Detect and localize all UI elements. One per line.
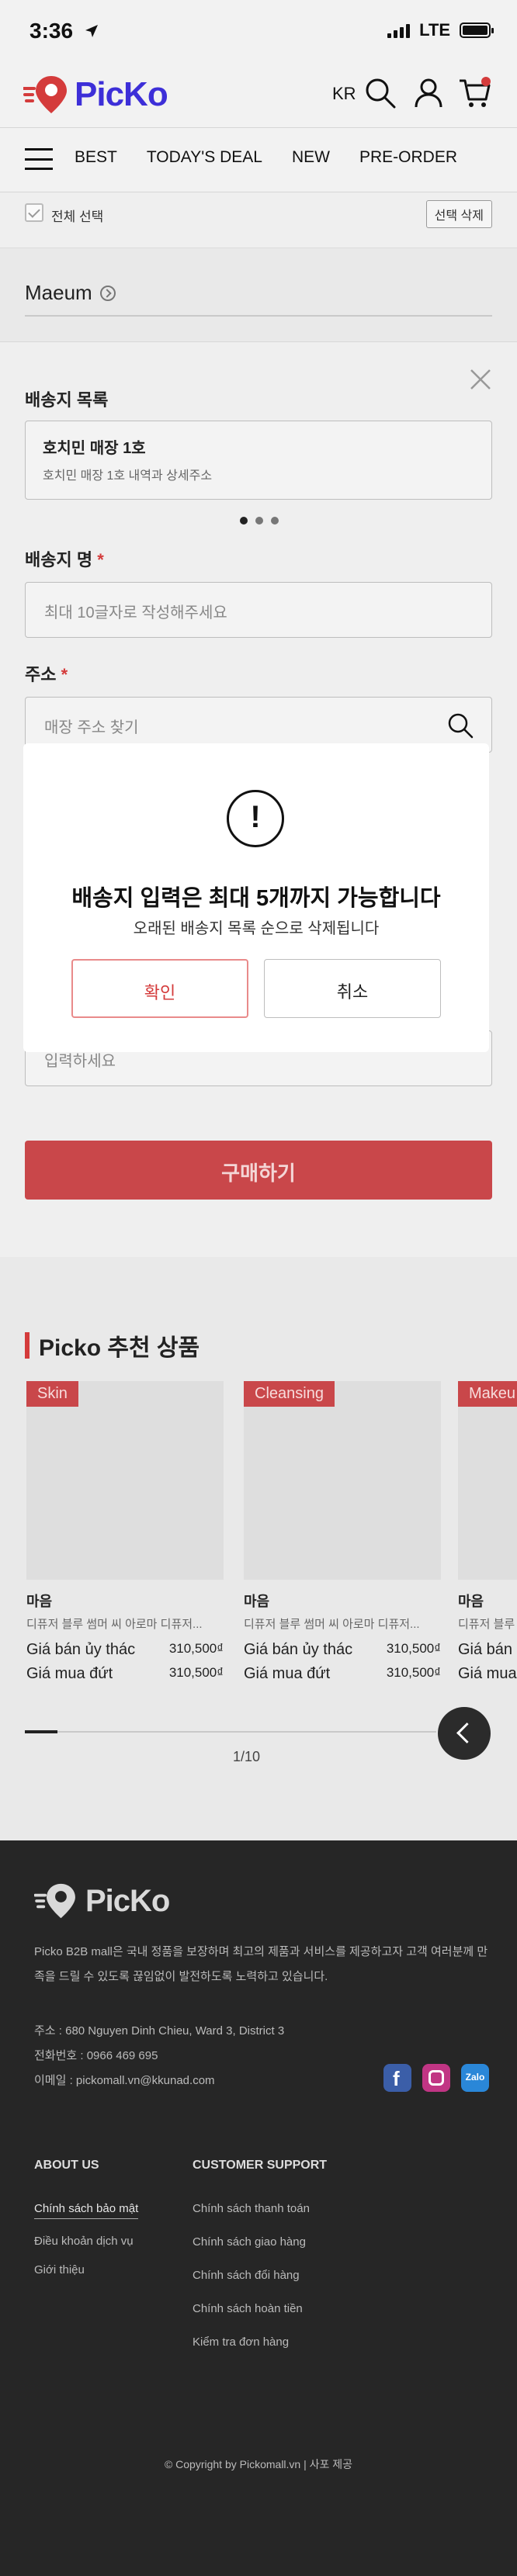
footer-logo: PicKo — [34, 1882, 170, 1920]
exclamation-icon: ! — [227, 790, 284, 847]
app-header: PicKo KR — [0, 65, 517, 127]
product-brand: 마음 — [26, 1594, 53, 1609]
product-card[interactable]: Makeu 마음 디퓨저 블루 썸머 씨 아로마 디퓨저... Giá bán … — [458, 1381, 517, 1683]
delete-selected-button[interactable]: 선택 삭제 — [425, 200, 492, 228]
footer-link[interactable]: Chính sách thanh toán — [193, 2202, 310, 2215]
search-icon[interactable] — [363, 76, 397, 110]
logo-pin-icon — [23, 76, 67, 113]
product-image: Skin — [26, 1381, 224, 1580]
footer-link[interactable]: Chính sách đổi hàng — [193, 2269, 310, 2282]
logo[interactable]: PicKo — [23, 74, 168, 115]
footer-address: 주소 : 680 Nguyen Dinh Chieu, Ward 3, Dist… — [34, 2024, 285, 2038]
address-card[interactable]: 호치민 매장 1호 호치민 매장 1호 내역과 상세주소 — [25, 421, 492, 500]
select-all-label: 전체 선택 — [51, 209, 104, 224]
footer-link[interactable]: Giới thiệu — [34, 2263, 138, 2277]
search-icon[interactable] — [446, 712, 474, 739]
status-time: 3:36 — [29, 19, 74, 43]
price-row: Giá bán ủy thác 310,500₫ — [26, 1641, 224, 1658]
signal-icon — [387, 23, 411, 38]
status-right: LTE — [387, 20, 494, 40]
product-card[interactable]: Skin 마음 디퓨저 블루 썸머 씨 아로마 디퓨저... Giá bán ủ… — [26, 1381, 224, 1683]
battery-icon — [460, 23, 494, 38]
footer-link[interactable]: Chính sách giao hàng — [193, 2235, 310, 2249]
logo-pin-icon — [34, 1883, 75, 1919]
price-row: Giá bán ủy thác 310,500₫ — [244, 1641, 441, 1658]
language-selector[interactable]: KR — [332, 84, 356, 104]
customer-support-title: CUSTOMER SUPPORT — [193, 2159, 328, 2172]
product-image: Cleansing — [244, 1381, 441, 1580]
product-desc: 디퓨저 블루 썸머 씨 아로마 디퓨저... — [458, 1618, 517, 1631]
chevron-right-circle-icon — [99, 285, 116, 301]
store-selector[interactable]: Maeum — [25, 281, 116, 305]
nav-tab-best[interactable]: BEST — [75, 148, 117, 167]
select-all-checkbox[interactable] — [25, 203, 43, 222]
footer-logo-text: PicKo — [85, 1883, 170, 1918]
buy-price-row: Giá mua — [458, 1665, 517, 1682]
footer-email: 이메일 : pickomall.vn@kkunad.com — [34, 2074, 215, 2087]
footer-description: Picko B2B mall은 국내 정품을 보장하며 최고의 제품과 서비스를… — [34, 1945, 488, 1983]
cart-icon[interactable] — [458, 76, 492, 110]
instagram-icon[interactable] — [422, 2064, 450, 2092]
about-us-links: Chính sách bảo mật Điều khoản dịch vụ Gi… — [34, 2202, 139, 2277]
close-icon[interactable] — [469, 368, 492, 391]
hamburger-menu-icon[interactable] — [25, 148, 53, 170]
zalo-icon[interactable]: Zalo — [461, 2064, 489, 2092]
facebook-icon[interactable]: f — [383, 2064, 411, 2092]
nav-tab-new[interactable]: NEW — [292, 148, 330, 167]
user-icon[interactable] — [411, 76, 446, 110]
status-bar: 3:36 LTE — [0, 0, 517, 65]
about-us-title: ABOUT US — [34, 2159, 99, 2172]
network-label: LTE — [419, 20, 450, 40]
product-brand: 마음 — [458, 1594, 484, 1609]
footer-link[interactable]: Chính sách bảo mật — [34, 2202, 139, 2219]
copyright: © Copyright by Pickomall.vn | 사포 제공 — [164, 2458, 353, 2470]
carousel-progress — [25, 1730, 436, 1733]
dialog-subtitle: 오래된 배송지 목록 순으로 삭제됩니다 — [133, 920, 380, 937]
product-image: Makeu — [458, 1381, 517, 1580]
address-list-label: 배송지 목록 — [25, 390, 109, 410]
divider — [25, 315, 492, 317]
buy-button[interactable]: 구매하기 — [25, 1141, 492, 1200]
footer-contact: 주소 : 680 Nguyen Dinh Chieu, Ward 3, Dist… — [34, 2019, 284, 2093]
address-label: 주소 * — [25, 665, 68, 684]
address-card-detail: 호치민 매장 1호 내역과 상세주소 — [43, 469, 213, 483]
carousel-dots — [240, 517, 279, 525]
store-name: Maeum — [25, 281, 92, 304]
main-nav: BEST TODAY'S DEAL NEW PRE-ORDER — [0, 127, 517, 192]
product-desc: 디퓨저 블루 썸머 씨 아로마 디퓨저... — [26, 1618, 203, 1631]
location-arrow-icon — [85, 25, 98, 37]
address-name-input[interactable]: 최대 10글자로 작성해주세요 — [25, 582, 492, 638]
footer-link[interactable]: Kiểm tra đơn hàng — [193, 2335, 310, 2349]
footer-link[interactable]: Chính sách hoàn tiền — [193, 2302, 310, 2315]
logo-text: PicKo — [75, 75, 168, 113]
product-tag: Skin — [26, 1381, 78, 1407]
footer: PicKo Picko B2B mall은 국내 정품을 보장하며 최고의 제품… — [0, 1840, 517, 2576]
product-card[interactable]: Cleansing 마음 디퓨저 블루 썸머 씨 아로마 디퓨저... Giá … — [244, 1381, 441, 1683]
nav-tab-todays-deal[interactable]: TODAY'S DEAL — [147, 148, 262, 167]
product-desc: 디퓨저 블루 썸머 씨 아로마 디퓨저... — [244, 1618, 420, 1631]
price-row: Giá bán — [458, 1641, 513, 1658]
address-card-title: 호치민 매장 1호 — [43, 440, 146, 457]
cancel-button[interactable]: 취소 — [264, 959, 441, 1018]
carousel-pager: 1/10 — [233, 1749, 261, 1764]
carousel-prev-button[interactable] — [438, 1707, 491, 1760]
customer-support-links: Chính sách thanh toán Chính sách giao hà… — [193, 2202, 310, 2349]
footer-link[interactable]: Điều khoản dịch vụ — [34, 2235, 138, 2248]
product-brand: 마음 — [244, 1594, 270, 1609]
nav-tab-pre-order[interactable]: PRE-ORDER — [359, 148, 457, 167]
product-tag: Cleansing — [244, 1381, 335, 1407]
recommend-title: Picko 추천 상품 — [25, 1328, 200, 1362]
product-tag: Makeu — [458, 1381, 517, 1407]
nav-tabs: BEST TODAY'S DEAL NEW PRE-ORDER — [75, 148, 457, 167]
buy-price-row: Giá mua đứt 310,500₫ — [244, 1665, 441, 1682]
confirm-button[interactable]: 확인 — [71, 959, 248, 1018]
address-name-label: 배송지 명 * — [25, 550, 104, 570]
alert-dialog: ! 배송지 입력은 최대 5개까지 가능합니다 오래된 배송지 목록 순으로 삭… — [23, 743, 489, 1052]
footer-phone: 전화번호 : 0966 469 695 — [34, 2049, 158, 2062]
dialog-title: 배송지 입력은 최대 5개까지 가능합니다 — [71, 886, 441, 911]
buy-price-row: Giá mua đứt 310,500₫ — [26, 1665, 224, 1682]
